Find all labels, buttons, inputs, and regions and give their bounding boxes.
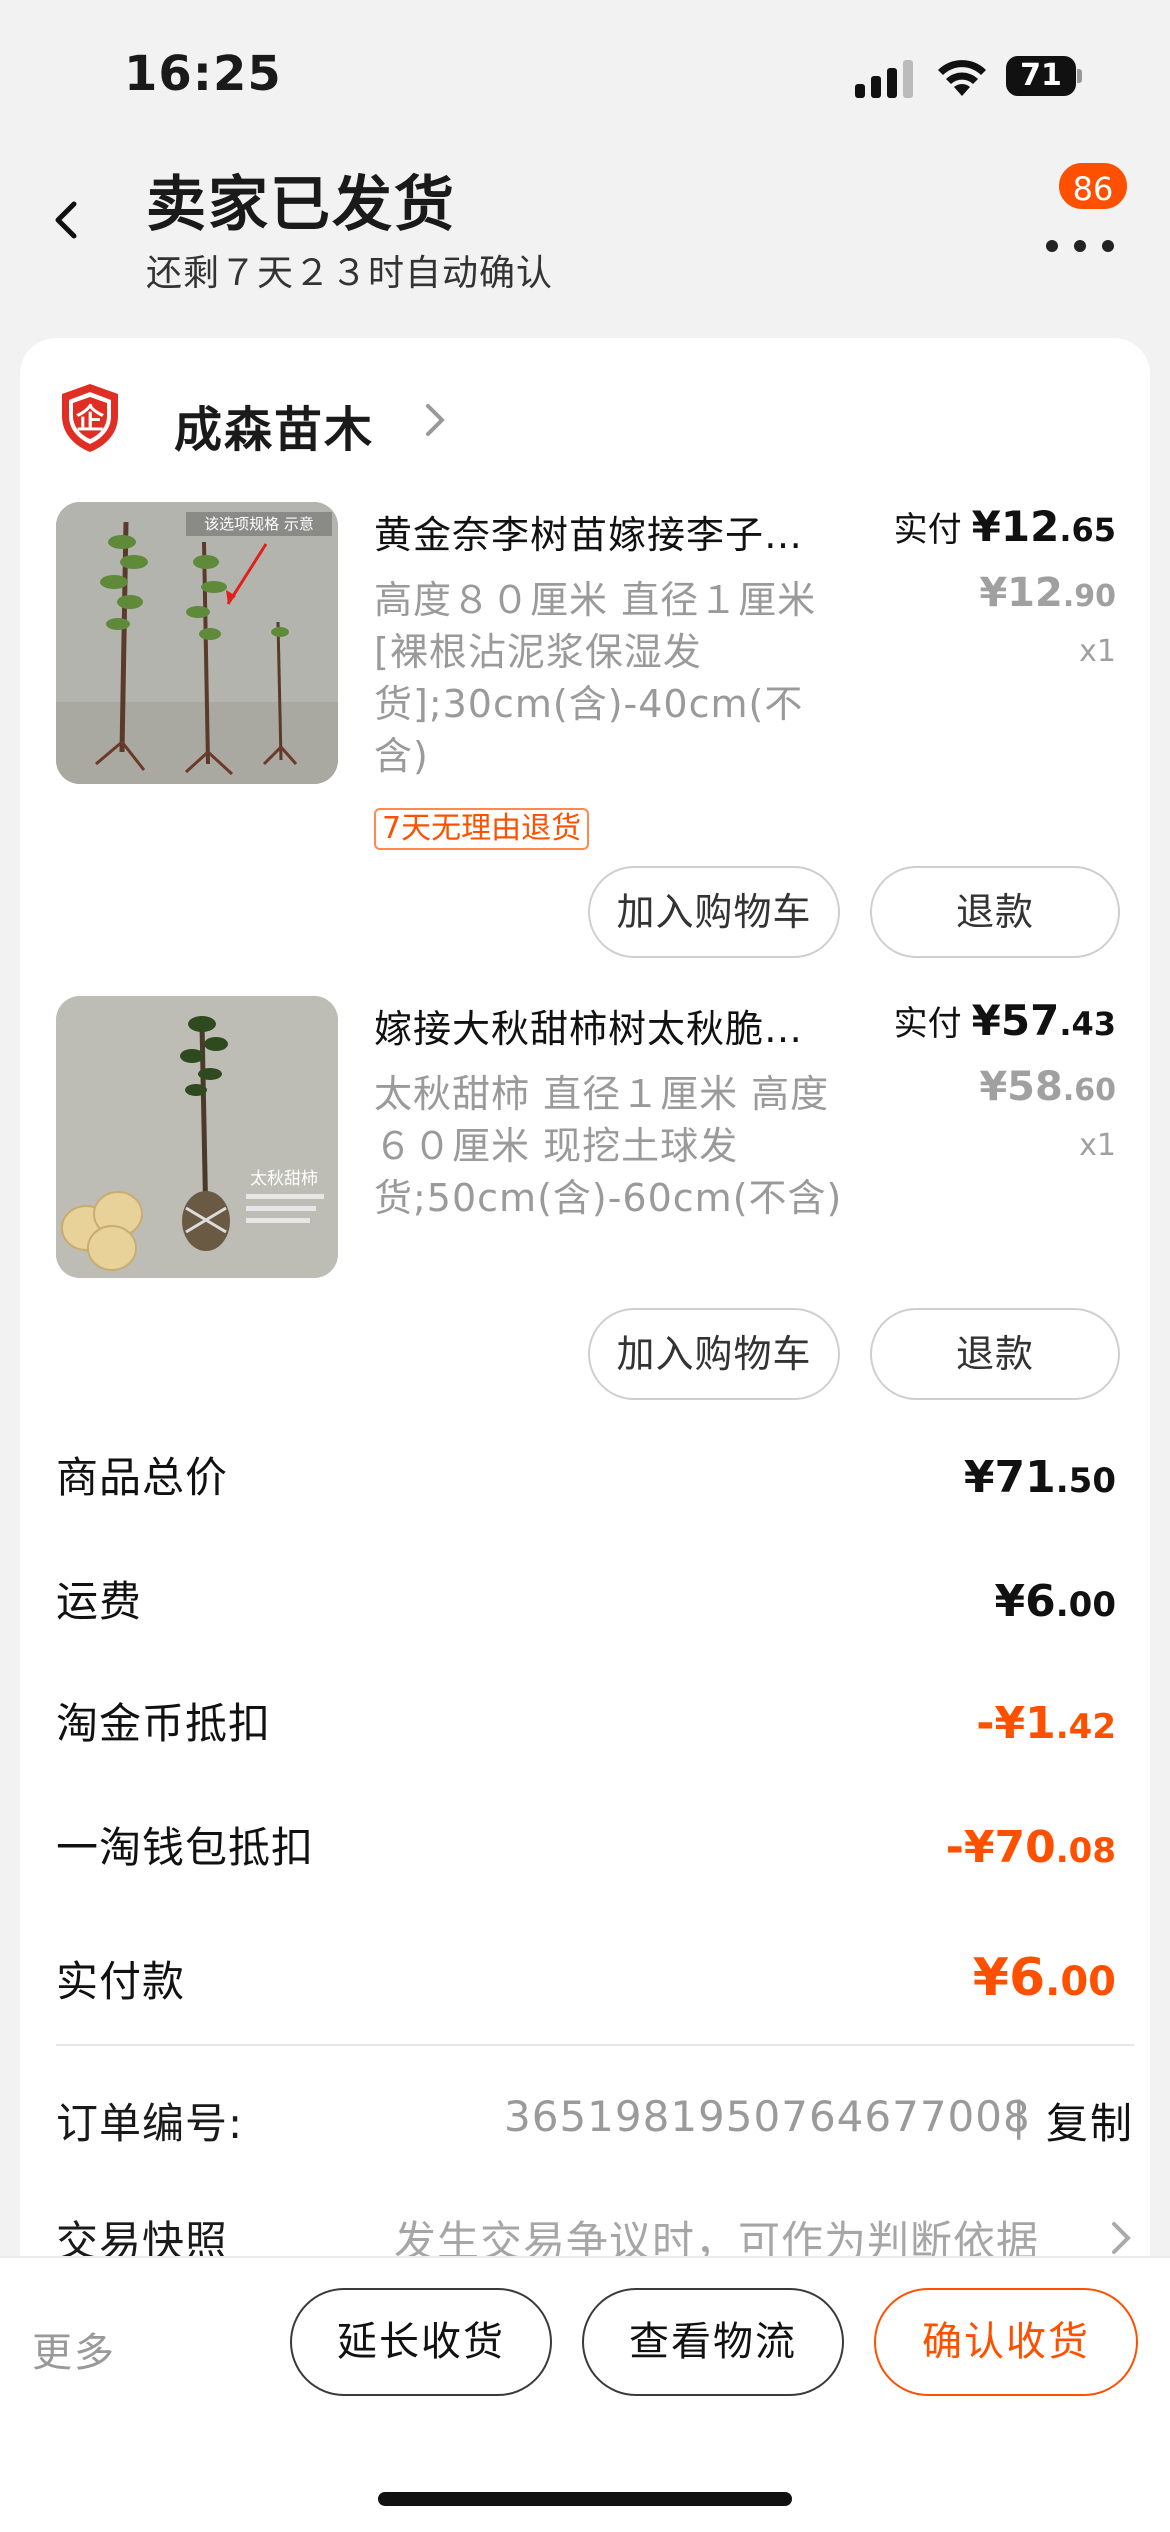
order-number-label: 订单编号: bbox=[56, 2099, 244, 2148]
extend-receipt-button[interactable]: 延长收货 bbox=[290, 2288, 552, 2396]
more-icon[interactable] bbox=[1040, 210, 1120, 260]
order-number-row: 订单编号: 3651981950764677008 | 复制 bbox=[56, 2090, 1134, 2160]
product-title[interactable]: 黄金奈李树苗嫁接李子… bbox=[374, 504, 894, 559]
order-number: 3651981950764677008 bbox=[504, 2092, 1031, 2141]
page-header: 卖家已发货 还剩７天２３时自动确认 86 bbox=[0, 140, 1170, 330]
paid-price: 实付 ¥57.43 bbox=[893, 996, 1116, 1045]
summary-goods-total: 商品总价 ¥71.50 bbox=[56, 1452, 1116, 1503]
thumbnail-caption: 太秋甜柿 bbox=[250, 1169, 318, 1189]
status-time: 16:25 bbox=[124, 46, 282, 102]
svg-text:企: 企 bbox=[76, 402, 105, 435]
order-number-separator: | bbox=[1012, 2094, 1026, 2140]
page-title: 卖家已发货 bbox=[146, 170, 456, 240]
product-thumbnail[interactable]: 该选项规格 示意 bbox=[56, 502, 338, 784]
enterprise-shield-icon: 企 bbox=[58, 382, 122, 454]
original-price: ¥12.90 bbox=[979, 570, 1116, 616]
chevron-right-icon bbox=[420, 400, 450, 440]
battery-level: 71 bbox=[1006, 56, 1076, 96]
chevron-right-icon bbox=[1108, 2218, 1134, 2258]
summary-value: ¥6.00 bbox=[972, 1948, 1116, 2008]
summary-value: -¥1.42 bbox=[976, 1698, 1116, 1749]
summary-coin-discount: 淘金币抵扣 -¥1.42 bbox=[56, 1698, 1116, 1749]
bottom-action-bar: 更多 延长收货 查看物流 确认收货 bbox=[0, 2256, 1170, 2532]
shop-name: 成森苗木 bbox=[174, 402, 375, 458]
signal-icon bbox=[855, 58, 915, 98]
summary-total-paid: 实付款 ¥6.00 bbox=[56, 1948, 1116, 2008]
product-spec: 高度８０厘米 直径１厘米 [裸根沾泥浆保湿发货];30cm(含)-40cm(不含… bbox=[374, 578, 817, 778]
auto-confirm-countdown: 还剩７天２３时自动确认 bbox=[146, 253, 554, 294]
add-to-cart-button[interactable]: 加入购物车 bbox=[588, 1308, 840, 1400]
order-item[interactable]: 太秋甜柿 嫁接大秋甜柿树太秋脆… 太秋甜柿 直径１厘米 高度６０厘米 现挖土球发… bbox=[20, 996, 1150, 1456]
refund-button[interactable]: 退款 bbox=[870, 1308, 1120, 1400]
wifi-icon bbox=[935, 52, 989, 98]
paid-price: 实付 ¥12.65 bbox=[893, 502, 1116, 551]
refund-button[interactable]: 退款 bbox=[870, 866, 1120, 958]
original-price: ¥58.60 bbox=[979, 1064, 1116, 1110]
summary-shipping: 运费 ¥6.00 bbox=[56, 1576, 1116, 1627]
product-title[interactable]: 嫁接大秋甜柿树太秋脆… bbox=[374, 998, 894, 1053]
quantity: x1 bbox=[1079, 634, 1116, 669]
summary-value: ¥6.00 bbox=[994, 1576, 1116, 1627]
home-indicator[interactable] bbox=[378, 2492, 792, 2506]
confirm-receipt-button[interactable]: 确认收货 bbox=[874, 2288, 1138, 2396]
add-to-cart-button[interactable]: 加入购物车 bbox=[588, 866, 840, 958]
message-count-badge: 86 bbox=[1056, 160, 1130, 212]
divider bbox=[56, 2044, 1134, 2046]
order-card: 企 成森苗木 该选项规格 示意 黄金奈李树苗嫁接李子… 高度８０厘米 直径１厘米… bbox=[20, 338, 1150, 2338]
order-item[interactable]: 该选项规格 示意 黄金奈李树苗嫁接李子… 高度８０厘米 直径１厘米 [裸根沾泥浆… bbox=[20, 502, 1150, 962]
status-bar: 16:25 71 bbox=[0, 0, 1170, 140]
view-logistics-button[interactable]: 查看物流 bbox=[582, 2288, 844, 2396]
back-icon[interactable] bbox=[46, 198, 90, 242]
return-policy-tag: 7天无理由退货 bbox=[374, 808, 590, 850]
product-thumbnail[interactable]: 太秋甜柿 bbox=[56, 996, 338, 1278]
summary-wallet-discount: 一淘钱包抵扣 -¥70.08 bbox=[56, 1822, 1116, 1873]
summary-value: -¥70.08 bbox=[945, 1822, 1116, 1873]
summary-value: ¥71.50 bbox=[963, 1452, 1116, 1503]
quantity: x1 bbox=[1079, 1128, 1116, 1163]
copy-order-number-button[interactable]: 复制 bbox=[1046, 2090, 1134, 2151]
product-spec: 太秋甜柿 直径１厘米 高度６０厘米 现挖土球发货;50cm(含)-60cm(不含… bbox=[374, 1072, 843, 1220]
more-actions-button[interactable]: 更多 bbox=[32, 2320, 116, 2378]
thumbnail-caption: 该选项规格 示意 bbox=[204, 515, 314, 533]
shop-link[interactable]: 企 成森苗木 bbox=[58, 378, 658, 458]
battery-icon: 71 bbox=[1006, 56, 1082, 96]
